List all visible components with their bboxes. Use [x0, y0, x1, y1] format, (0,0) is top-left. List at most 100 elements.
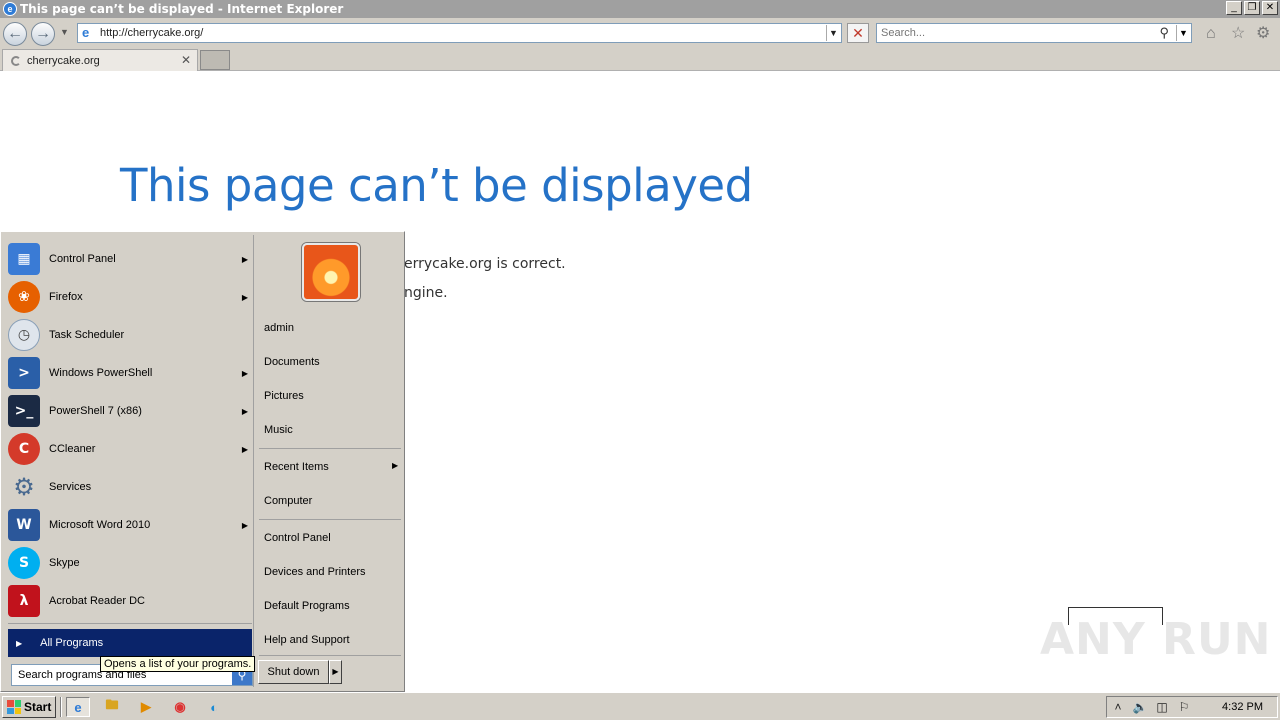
submenu-arrow-icon: ▶ [241, 368, 248, 378]
search-box[interactable]: ⚲ ▼ [876, 23, 1192, 43]
all-programs-label: All Programs [40, 637, 104, 649]
start-button[interactable]: Start [2, 696, 56, 718]
submenu-arrow-icon: ▶ [392, 461, 399, 470]
minimize-button[interactable]: _ [1226, 1, 1242, 15]
divider [259, 519, 401, 520]
new-tab-button[interactable] [200, 50, 230, 70]
menu-item-devices-printers[interactable]: Devices and Printers [264, 566, 366, 578]
program-skype[interactable]: S Skype [8, 545, 252, 581]
user-avatar[interactable] [302, 243, 360, 301]
error-line-2: ngine. [404, 285, 448, 301]
divider [259, 448, 401, 449]
menu-item-recent-items[interactable]: Recent Items ▶ [264, 461, 402, 473]
error-line-1: errycake.org is correct. [404, 256, 566, 272]
expand-arrow-icon: ▶ [16, 638, 23, 648]
program-powershell-7[interactable]: >_ PowerShell 7 (x86) ▶ [8, 393, 252, 429]
window-controls: _ ❐ ✕ [1226, 1, 1278, 15]
back-button[interactable]: ← [3, 22, 27, 46]
menu-item-default-programs[interactable]: Default Programs [264, 600, 350, 612]
home-icon[interactable]: ⌂ [1206, 26, 1216, 42]
system-tray: ˄ 🔈 ◫ ⚐ 4:32 PM [1106, 696, 1278, 718]
program-label: Microsoft Word 2010 [49, 519, 151, 531]
powershell7-icon: >_ [8, 395, 40, 427]
anyrun-watermark: ANY RUN [1040, 614, 1272, 665]
all-programs-button[interactable]: ▶ All Programs [8, 629, 252, 657]
services-gear-icon: ⚙ [8, 471, 40, 503]
chrome-icon[interactable]: ◉ [168, 697, 192, 717]
address-bar[interactable]: e http://cherrycake.org/ ▼ [77, 23, 842, 43]
tab-close-icon[interactable]: ✕ [181, 53, 191, 67]
forward-arrow-icon: → [35, 25, 51, 42]
skype-icon: S [8, 547, 40, 579]
error-heading: This page can’t be displayed [120, 159, 753, 212]
program-label: Acrobat Reader DC [49, 595, 145, 607]
task-scheduler-icon: ◷ [8, 319, 40, 351]
stop-button[interactable]: ✕ [847, 23, 869, 43]
close-x-icon: ✕ [852, 25, 864, 41]
search-input[interactable] [877, 24, 1147, 42]
program-ccleaner[interactable]: C CCleaner ▶ [8, 431, 252, 467]
navigation-bar: ← → ▼ e http://cherrycake.org/ ▼ ✕ ⚲ ▼ ⌂… [0, 18, 1280, 48]
program-label: Services [49, 481, 92, 493]
favorites-star-icon[interactable]: ☆ [1231, 26, 1245, 42]
start-menu-places-pane: admin Documents Pictures Music Recent It… [256, 235, 402, 687]
edge-icon[interactable]: ◐ [202, 697, 226, 717]
program-label: Task Scheduler [49, 329, 125, 341]
window-title: This page can’t be displayed - Internet … [20, 2, 344, 16]
history-dropdown-icon[interactable]: ▼ [60, 27, 69, 37]
program-label: Firefox [49, 291, 83, 303]
loading-spinner-icon [11, 55, 21, 66]
menu-item-documents[interactable]: Documents [264, 356, 320, 368]
program-services[interactable]: ⚙ Services [8, 469, 252, 505]
program-label: Control Panel [49, 253, 116, 265]
action-center-flag-icon[interactable]: ⚐ [1173, 700, 1195, 714]
address-url[interactable]: http://cherrycake.org/ [100, 27, 203, 39]
submenu-arrow-icon: ▶ [241, 254, 248, 264]
word-icon: W [8, 509, 40, 541]
internet-explorer-icon: e [3, 2, 17, 16]
menu-item-computer[interactable]: Computer [264, 495, 312, 507]
start-menu: ▦ Control Panel ▶ ❀ Firefox ▶ ◷ Task Sch… [0, 231, 405, 692]
internet-explorer-icon[interactable]: e [66, 697, 90, 717]
restore-button[interactable]: ❐ [1244, 1, 1260, 15]
address-dropdown-icon[interactable]: ▼ [826, 25, 840, 41]
close-button[interactable]: ✕ [1262, 1, 1278, 15]
program-label: Windows PowerShell [49, 367, 153, 379]
program-acrobat-reader[interactable]: λ Acrobat Reader DC [8, 583, 252, 619]
firefox-icon: ❀ [8, 281, 40, 313]
program-task-scheduler[interactable]: ◷ Task Scheduler [8, 317, 252, 353]
menu-item-music[interactable]: Music [264, 424, 293, 436]
media-player-icon[interactable]: ▶ [134, 697, 158, 717]
search-dropdown-icon[interactable]: ▼ [1176, 25, 1190, 41]
file-explorer-icon[interactable]: 🖿 [100, 697, 124, 717]
back-arrow-icon: ← [7, 25, 23, 42]
page-ie-icon: e [82, 25, 90, 40]
menu-item-admin[interactable]: admin [264, 322, 294, 334]
menu-item-pictures[interactable]: Pictures [264, 390, 304, 402]
control-panel-icon: ▦ [8, 243, 40, 275]
taskbar-separator [60, 697, 62, 717]
submenu-arrow-icon: ▶ [241, 292, 248, 302]
search-icon[interactable]: ⚲ [1159, 25, 1169, 41]
shutdown-options-arrow-icon[interactable]: ▶ [329, 660, 342, 684]
network-icon[interactable]: ◫ [1151, 700, 1173, 714]
volume-icon[interactable]: 🔈 [1129, 700, 1151, 714]
tab-row: cherrycake.org ✕ [0, 48, 1280, 71]
clock[interactable]: 4:32 PM [1222, 701, 1263, 713]
program-control-panel[interactable]: ▦ Control Panel ▶ [8, 241, 252, 277]
program-windows-powershell[interactable]: > Windows PowerShell ▶ [8, 355, 252, 391]
forward-button[interactable]: → [31, 22, 55, 46]
settings-gear-icon[interactable]: ⚙ [1256, 26, 1270, 42]
tab-cherrycake[interactable]: cherrycake.org ✕ [2, 49, 198, 71]
program-firefox[interactable]: ❀ Firefox ▶ [8, 279, 252, 315]
menu-item-control-panel[interactable]: Control Panel [264, 532, 331, 544]
ccleaner-icon: C [8, 433, 40, 465]
shutdown-button[interactable]: Shut down [258, 660, 329, 684]
tab-label: cherrycake.org [27, 54, 100, 67]
taskbar: Start e 🖿 ▶ ◉ ◐ ˄ 🔈 ◫ ⚐ 4:32 PM [0, 692, 1280, 720]
powershell-icon: > [8, 357, 40, 389]
menu-item-help-support[interactable]: Help and Support [264, 634, 350, 646]
program-microsoft-word[interactable]: W Microsoft Word 2010 ▶ [8, 507, 252, 543]
show-hidden-icons-icon[interactable]: ˄ [1107, 700, 1129, 714]
program-label: CCleaner [49, 443, 96, 455]
